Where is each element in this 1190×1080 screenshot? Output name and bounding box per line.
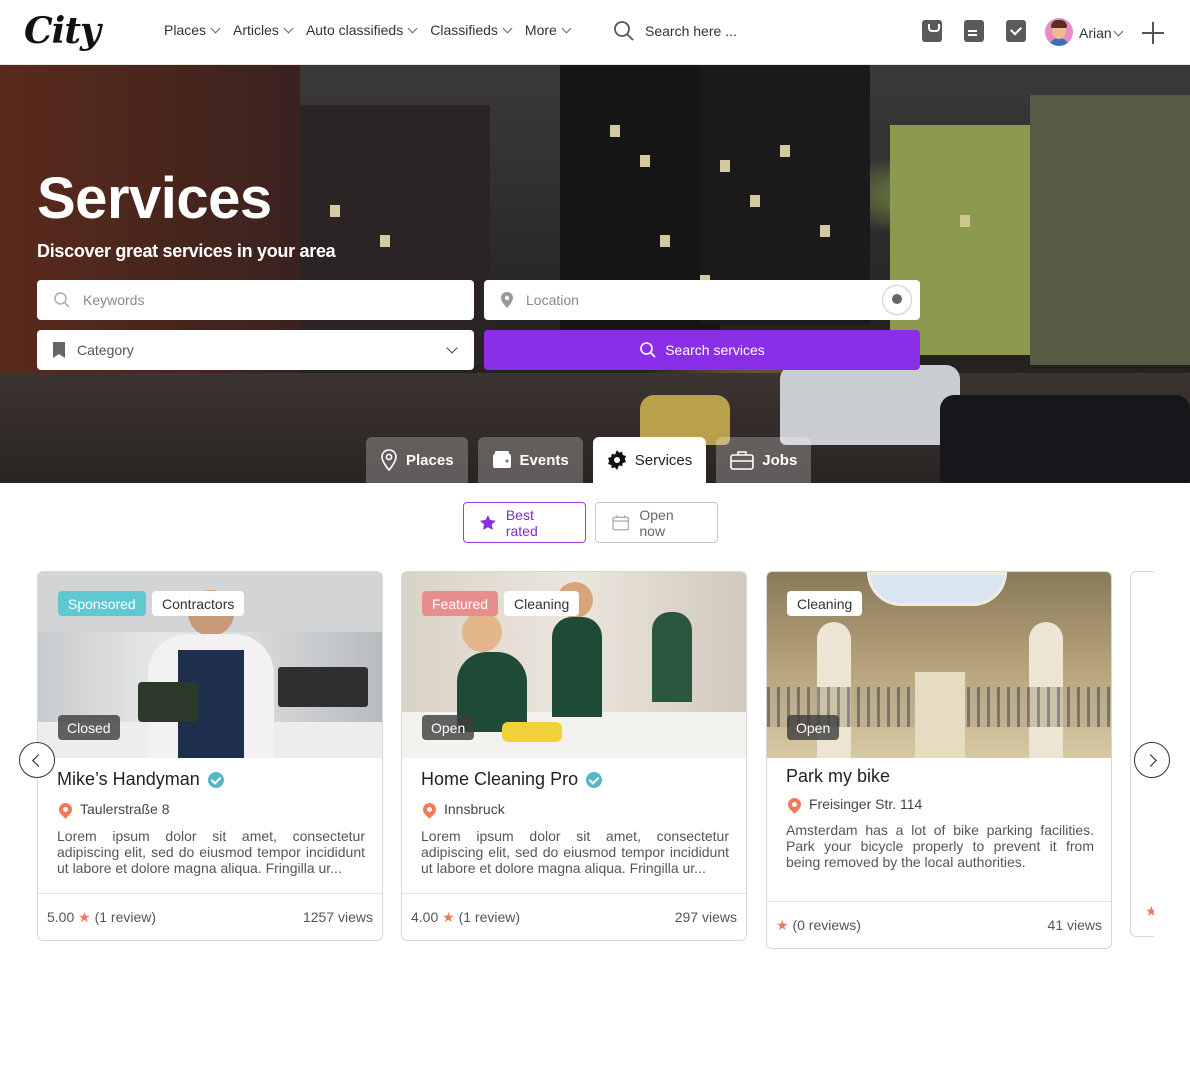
star-icon: ★ bbox=[1145, 903, 1154, 920]
gear-icon bbox=[607, 450, 626, 470]
user-menu[interactable]: Arian bbox=[1079, 25, 1124, 41]
carousel-prev-button[interactable] bbox=[19, 742, 55, 778]
listing-description: Amsterdam has a lot of bike parking faci… bbox=[786, 822, 1094, 870]
carousel-next-button[interactable] bbox=[1134, 742, 1170, 778]
header-search[interactable]: Search here ... bbox=[613, 20, 737, 42]
listing-title[interactable]: Home Cleaning Pro bbox=[421, 769, 603, 790]
verified-icon bbox=[586, 771, 603, 788]
main-nav: Places Articles Auto classifieds Classif… bbox=[164, 22, 572, 38]
calendar-icon bbox=[612, 514, 630, 530]
chevron-down-icon bbox=[407, 23, 418, 33]
rating: ★ (0 reviews) bbox=[776, 916, 861, 933]
page-subtitle: Discover great services in your area bbox=[37, 241, 336, 261]
listing-card[interactable]: Featured Cleaning Open Home Cleaning Pro… bbox=[401, 571, 747, 941]
status-badge: Closed bbox=[58, 715, 120, 740]
nav-articles[interactable]: Articles bbox=[233, 22, 294, 38]
location-pin-icon bbox=[785, 794, 804, 814]
listing-title[interactable]: Mike’s Handyman bbox=[57, 769, 224, 790]
rating: 5.00 ★ (1 review) bbox=[47, 908, 157, 925]
chevron-down-icon bbox=[1113, 26, 1124, 36]
site-logo[interactable]: City bbox=[24, 10, 101, 52]
sponsored-badge: Sponsored bbox=[58, 591, 146, 616]
listing-footer: 4.00 ★ (1 review) 297 views bbox=[402, 893, 746, 940]
tab-places[interactable]: Places bbox=[366, 437, 468, 483]
category-badge[interactable]: Contractors bbox=[152, 591, 245, 616]
tab-events[interactable]: Events bbox=[477, 437, 583, 483]
best-rated-filter[interactable]: Best rated bbox=[463, 502, 586, 543]
search-icon bbox=[614, 21, 634, 41]
briefcase-icon bbox=[730, 451, 755, 470]
category-badge[interactable]: Cleaning bbox=[504, 591, 580, 616]
search-icon bbox=[54, 292, 70, 308]
listing-photo[interactable]: Featured Cleaning Open bbox=[402, 572, 746, 758]
nav-places[interactable]: Places bbox=[164, 22, 221, 38]
tab-services[interactable]: Services bbox=[592, 437, 707, 483]
nav-auto-classifieds[interactable]: Auto classifieds bbox=[306, 22, 418, 38]
header-icons bbox=[922, 20, 1026, 42]
listing-title[interactable]: Park my bike bbox=[786, 766, 890, 787]
listing-address: Freisinger Str. 114 bbox=[785, 794, 922, 814]
views-count: 297 views bbox=[674, 909, 737, 925]
inbox-icon[interactable] bbox=[1006, 20, 1026, 42]
listing-photo[interactable]: Sponsored Contractors Closed bbox=[38, 572, 382, 758]
chevron-down-icon bbox=[561, 23, 572, 33]
search-services-button[interactable]: Search services bbox=[484, 330, 920, 370]
listing-photo[interactable]: Cleaning Open bbox=[767, 572, 1111, 758]
chevron-down-icon bbox=[283, 23, 294, 33]
star-icon: ★ bbox=[776, 916, 789, 933]
star-icon: ★ bbox=[78, 908, 91, 925]
wallet-icon bbox=[492, 451, 511, 468]
rating: 4.00 ★ (1 review) bbox=[411, 908, 521, 925]
keywords-placeholder: Keywords bbox=[83, 292, 145, 308]
status-badge: Open bbox=[422, 715, 475, 740]
add-listing-icon[interactable] bbox=[1142, 22, 1164, 44]
bookmark-icon bbox=[53, 342, 65, 358]
listing-address: Innsbruck bbox=[420, 799, 505, 819]
listing-footer: 5.00 ★ (1 review) 1257 views bbox=[38, 893, 382, 940]
top-header: City Places Articles Auto classifieds Cl… bbox=[0, 0, 1190, 65]
location-pin-icon bbox=[56, 799, 75, 819]
listing-footer: ★ (0 reviews) 41 views bbox=[767, 901, 1111, 948]
star-icon bbox=[480, 514, 496, 530]
category-select[interactable]: Category bbox=[37, 330, 474, 370]
page-title: Services bbox=[37, 166, 272, 231]
tab-jobs[interactable]: Jobs bbox=[716, 437, 812, 483]
location-placeholder: Location bbox=[526, 292, 579, 308]
listing-description: Lorem ipsum dolor sit amet, consectetur … bbox=[421, 828, 729, 876]
location-pin-icon bbox=[420, 799, 439, 819]
listing-address: Taulerstraße 8 bbox=[56, 799, 169, 819]
category-badge[interactable]: Cleaning bbox=[787, 591, 863, 616]
views-count: 1257 views bbox=[302, 909, 373, 925]
location-input[interactable]: Location bbox=[484, 280, 920, 320]
featured-badge: Featured bbox=[422, 591, 499, 616]
bookmark-icon[interactable] bbox=[922, 20, 942, 42]
keywords-input[interactable]: Keywords bbox=[37, 280, 474, 320]
category-placeholder: Category bbox=[77, 342, 134, 358]
listing-card[interactable]: Cleaning Open Park my bike Freisinger St… bbox=[766, 571, 1112, 949]
status-badge: Open bbox=[787, 715, 840, 740]
location-pin-icon bbox=[501, 292, 513, 308]
listing-card[interactable]: Sponsored Contractors Closed Mike’s Hand… bbox=[37, 571, 383, 941]
verified-icon bbox=[207, 771, 224, 788]
chevron-down-icon bbox=[210, 23, 221, 33]
map-pin-icon bbox=[381, 449, 397, 471]
chevron-down-icon bbox=[446, 342, 458, 354]
star-icon: ★ bbox=[442, 908, 455, 925]
search-icon bbox=[640, 342, 656, 358]
header-search-placeholder: Search here ... bbox=[645, 23, 737, 39]
locate-me-icon[interactable] bbox=[882, 285, 912, 315]
listing-description: Lorem ipsum dolor sit amet, consectetur … bbox=[57, 828, 365, 876]
dashboard-icon[interactable] bbox=[964, 20, 984, 42]
views-count: 41 views bbox=[1047, 917, 1102, 933]
category-tabs: Places Events Services Jobs bbox=[366, 437, 812, 483]
nav-classifieds[interactable]: Classifieds bbox=[430, 22, 513, 38]
avatar[interactable] bbox=[1045, 18, 1073, 46]
open-now-filter[interactable]: Open now bbox=[595, 502, 718, 543]
nav-more[interactable]: More bbox=[525, 22, 572, 38]
chevron-down-icon bbox=[502, 23, 513, 33]
hero-banner: Services Discover great services in your… bbox=[0, 65, 1190, 483]
